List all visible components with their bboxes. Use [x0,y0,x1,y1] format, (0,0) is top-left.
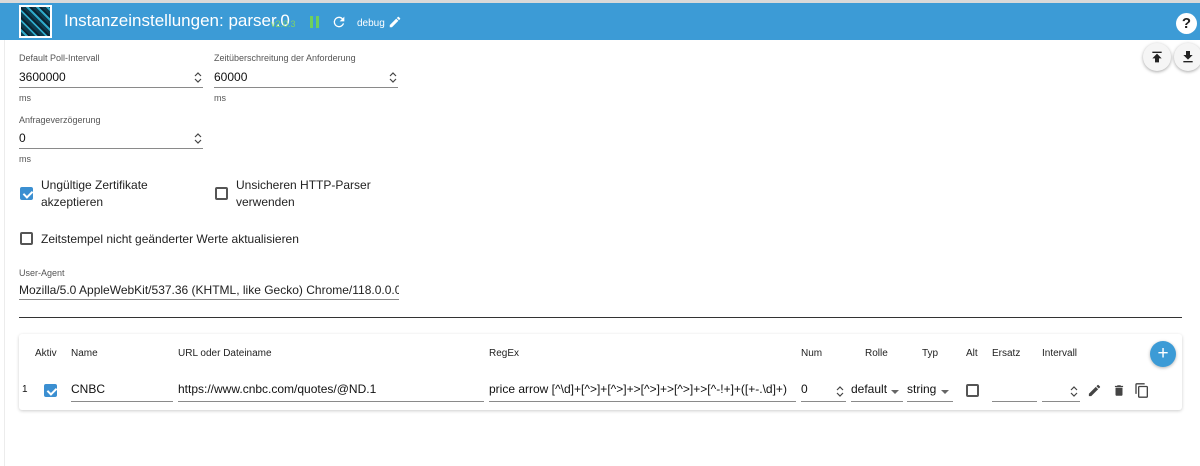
input-underline [1042,401,1080,402]
input-underline [801,401,846,402]
row-num-input[interactable]: 0 [801,382,831,396]
input-underline [178,401,484,402]
edit-log-level-icon[interactable] [388,15,402,29]
input-underline [992,401,1037,402]
section-divider [19,317,1182,318]
page-title: Instanzeinstellungen: parser.0 [64,11,290,30]
edit-row-icon[interactable] [1087,383,1102,398]
spinner-icon[interactable] [836,386,844,397]
col-header-alt: Alt [966,348,978,359]
insecure-http-parser-checkbox[interactable] [215,187,228,200]
pause-icon[interactable] [310,16,320,28]
download-icon [1183,51,1193,63]
user-agent-label: User-Agent [19,268,65,278]
update-timestamps-checkbox[interactable] [20,232,33,245]
row-alt-checkbox[interactable] [966,384,979,397]
row-index: 1 [22,384,28,395]
delete-row-icon[interactable] [1112,383,1126,398]
label-line: akzeptieren [41,195,104,209]
instance-header: Instanzeinstellungen: parser.0 v2.0.3 de… [0,0,1200,40]
accept-invalid-certs-checkbox[interactable] [20,187,33,200]
row-name-input[interactable]: CNBC [71,382,172,396]
request-delay-label: Anfrageverzögerung [19,115,101,125]
copy-row-icon[interactable] [1134,382,1150,399]
row-url-input[interactable]: https://www.cnbc.com/quotes/@ND.1 [178,382,483,396]
input-underline [907,401,953,402]
input-underline [851,401,903,402]
spinner-icon[interactable] [194,72,202,83]
upload-settings-button[interactable] [1143,43,1171,71]
col-header-typ: Typ [922,348,939,359]
adapter-logo [19,5,52,38]
version-badge: v2.0.3 [271,19,296,29]
label-line: Unsicheren HTTP-Parser [236,178,371,192]
col-header-aktiv: Aktiv [35,348,57,359]
request-delay-input[interactable]: 0 [19,127,203,149]
poll-interval-label: Default Poll-Intervall [19,53,100,63]
input-underline [71,401,173,402]
poll-interval-unit: ms [19,93,31,103]
user-agent-underline [19,299,399,300]
request-timeout-value: 60000 [214,70,248,84]
col-header-ersatz: Ersatz [992,348,1021,359]
label-line: verwenden [236,195,295,209]
col-header-url: URL oder Dateiname [178,348,272,359]
spinner-icon[interactable] [194,133,202,144]
request-timeout-unit: ms [214,93,226,103]
help-button[interactable]: ? [1176,13,1197,34]
col-header-num: Num [801,348,823,359]
request-timeout-label: Zeitüberschreitung der Anforderung [214,53,356,63]
update-timestamps-label: Zeitstempel nicht geänderter Werte aktua… [41,232,299,246]
spinner-icon[interactable] [389,72,397,83]
col-header-name: Name [71,348,98,359]
chevron-down-icon [941,390,949,394]
col-header-rolle: Rolle [865,348,888,359]
add-rule-button[interactable]: + [1150,341,1176,367]
col-header-intervall: Intervall [1042,348,1078,359]
poll-interval-input[interactable]: 3600000 [19,66,203,88]
log-level-label: debug [357,18,385,29]
row-regex-input[interactable]: price arrow [^\d]+[^>]+[^>]+>[^>]+>[^>]+… [489,382,795,396]
row-active-checkbox[interactable] [44,384,57,397]
request-delay-unit: ms [19,154,31,164]
upload-icon [1152,51,1162,63]
download-settings-button[interactable] [1174,43,1200,71]
reload-icon[interactable] [331,14,347,30]
request-delay-value: 0 [19,131,26,145]
poll-interval-value: 3600000 [19,70,66,84]
user-agent-input[interactable]: Mozilla/5.0 AppleWebKit/537.36 (KHTML, l… [19,283,399,297]
input-underline [489,401,796,402]
parser-rules-table: Aktiv Name URL oder Dateiname RegEx Num … [19,334,1182,410]
request-timeout-input[interactable]: 60000 [214,66,398,88]
chevron-down-icon [891,390,899,394]
accept-invalid-certs-label: Ungültige Zertifikate akzeptieren [41,177,148,211]
col-header-regex: RegEx [489,348,520,359]
insecure-http-parser-label: Unsicheren HTTP-Parser verwenden [236,177,371,211]
label-line: Ungültige Zertifikate [41,178,148,192]
spinner-icon[interactable] [1070,386,1078,397]
